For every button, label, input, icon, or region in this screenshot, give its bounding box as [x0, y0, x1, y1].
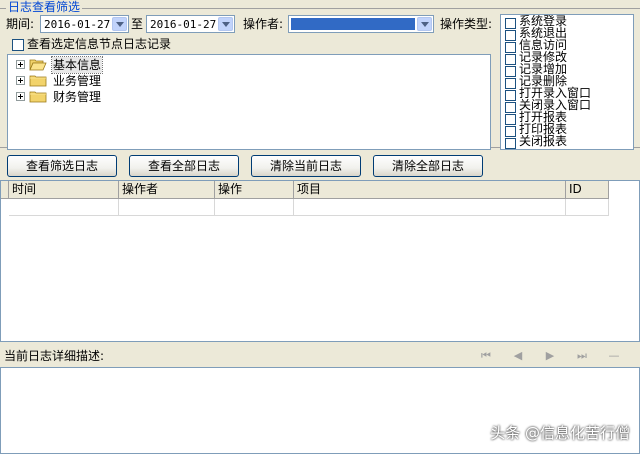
chevron-down-icon[interactable]: [417, 17, 432, 31]
column-header-item[interactable]: 项目: [294, 181, 566, 199]
optype-checkbox[interactable]: [505, 30, 516, 41]
next-record-icon[interactable]: ▶: [540, 348, 560, 364]
detail-label: 当前日志详细描述:: [4, 349, 105, 363]
first-record-icon[interactable]: ⏮: [476, 348, 496, 364]
date-to-picker[interactable]: 2016-01-27: [146, 15, 235, 33]
expand-icon[interactable]: [16, 92, 25, 101]
row-indicator-header: [1, 181, 9, 199]
operator-selected-highlight: [291, 18, 415, 30]
table-cell[interactable]: [294, 199, 566, 216]
last-record-icon[interactable]: ⏭: [572, 348, 592, 364]
optype-checkbox[interactable]: [505, 66, 516, 77]
optype-checkbox[interactable]: [505, 138, 516, 149]
expand-icon[interactable]: [16, 76, 25, 85]
node-filter-checkbox[interactable]: [12, 39, 24, 51]
column-header-operator[interactable]: 操作者: [119, 181, 215, 199]
optype-label-text: 关闭报表: [519, 134, 568, 148]
optype-checkbox[interactable]: [505, 78, 516, 89]
optype-checklist[interactable]: 系统登录 系统退出 信息访问 记录修改 记录增加 记录删除 打开录入窗口 关闭录…: [500, 14, 634, 150]
date-from-picker[interactable]: 2016-01-27: [40, 15, 129, 33]
optype-checkbox[interactable]: [505, 42, 516, 53]
view-all-button[interactable]: 查看全部日志: [129, 155, 239, 177]
table-cell[interactable]: [566, 199, 609, 216]
chevron-down-icon[interactable]: [218, 17, 233, 31]
expand-icon[interactable]: [16, 60, 25, 69]
column-header-time[interactable]: 时间: [9, 181, 119, 199]
folder-icon: [29, 91, 47, 103]
chevron-down-icon[interactable]: [112, 17, 127, 31]
clear-all-button[interactable]: 清除全部日志: [373, 155, 483, 177]
operator-select[interactable]: [288, 15, 434, 33]
open-folder-icon: [29, 59, 47, 71]
filter-group-title: 日志查看筛选: [6, 0, 83, 14]
view-filtered-button[interactable]: 查看筛选日志: [7, 155, 117, 177]
watermark-text: 头条 @信息化苦行僧: [490, 424, 630, 442]
optype-checkbox[interactable]: [505, 114, 516, 125]
optype-checkbox[interactable]: [505, 18, 516, 29]
table-cell[interactable]: [215, 199, 294, 216]
table-cell[interactable]: [9, 199, 119, 216]
minus-icon[interactable]: —: [604, 348, 624, 364]
optype-checkbox[interactable]: [505, 126, 516, 137]
date-to-value: 2016-01-27: [150, 18, 217, 31]
info-node-tree[interactable]: 基本信息 业务管理 财务管理: [7, 54, 491, 150]
period-label: 期间:: [6, 17, 35, 31]
table-cell[interactable]: [119, 199, 215, 216]
optype-checkbox[interactable]: [505, 90, 516, 101]
node-filter-label: 查看选定信息节点日志记录: [27, 37, 172, 51]
tree-node-label: 基本信息: [50, 56, 104, 74]
optype-checkbox[interactable]: [505, 54, 516, 65]
tree-node-label: 业务管理: [53, 74, 102, 88]
folder-icon: [29, 75, 47, 87]
clear-current-button[interactable]: 清除当前日志: [251, 155, 361, 177]
column-header-id[interactable]: ID: [566, 181, 609, 199]
to-label: 至: [131, 17, 144, 31]
tree-node-label: 财务管理: [53, 90, 102, 104]
prev-record-icon[interactable]: ◀: [508, 348, 528, 364]
log-grid[interactable]: 时间 操作者 操作 项目 ID: [0, 180, 640, 342]
column-header-operation[interactable]: 操作: [215, 181, 294, 199]
operator-label: 操作者:: [243, 17, 284, 31]
optype-checkbox[interactable]: [505, 102, 516, 113]
optype-label: 操作类型:: [440, 17, 493, 31]
date-from-value: 2016-01-27: [44, 18, 111, 31]
